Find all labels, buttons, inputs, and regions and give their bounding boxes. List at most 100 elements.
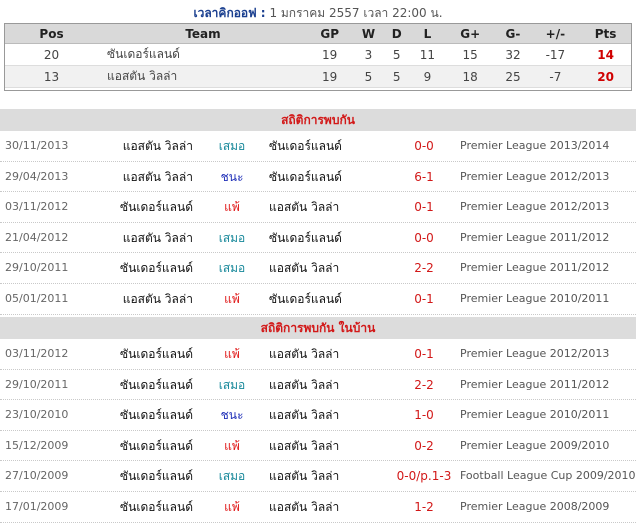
match-result: เสมอ	[218, 139, 246, 153]
match-result: แพ้	[224, 291, 240, 306]
match-competition: Premier League 2012/2013	[460, 169, 610, 183]
match-score: 1-2	[414, 499, 434, 514]
match-score: 0-1	[414, 200, 434, 215]
cell-team[interactable]: ซันเดอร์แลนด์	[99, 43, 307, 66]
home-h2h-match-list: 03/11/2012 ซันเดอร์แลนด์ แพ้ แอสตัน วิลล่า 0…	[0, 339, 636, 523]
match-competition: Premier League 2012/2013	[460, 347, 610, 360]
match-row[interactable]: 03/11/2012 ซันเดอร์แลนด์ แพ้ แอสตัน วิลล่า 0…	[0, 339, 636, 370]
match-row[interactable]: 03/11/2012 ซันเดอร์แลนด์ แพ้ แอสตัน วิลล่า 0…	[0, 192, 636, 223]
match-score: 6-1	[414, 169, 434, 184]
header-w: W	[352, 24, 385, 44]
cell-gp: 19	[307, 43, 353, 66]
cell-ga: 25	[494, 65, 532, 88]
match-result: ชนะ	[220, 169, 244, 184]
match-date: 03/11/2012	[5, 200, 69, 214]
match-away-team: ซันเดอร์แลนด์	[269, 230, 342, 245]
match-date: 21/04/2012	[5, 230, 69, 244]
match-result: แพ้	[224, 499, 240, 514]
match-away-team: แอสตัน วิลล่า	[269, 469, 340, 484]
match-result: แพ้	[224, 438, 240, 453]
match-home-team: แอสตัน วิลล่า	[122, 291, 193, 306]
match-away-team: ซันเดอร์แลนด์	[269, 169, 342, 184]
cell-gf: 18	[445, 65, 495, 88]
match-away-team: แอสตัน วิลล่า	[269, 438, 340, 453]
cell-gp: 19	[307, 65, 353, 88]
match-row[interactable]: 27/10/2009 ซันเดอร์แลนด์ เสมอ แอสตัน วิลล่า…	[0, 461, 636, 492]
header-gd: +/-	[531, 24, 580, 44]
match-row[interactable]: 05/01/2011 แอสตัน วิลล่า แพ้ ซันเดอร์แลนด์ 0…	[0, 284, 636, 315]
match-date: 30/11/2013	[5, 139, 69, 152]
home-h2h-section-title: สถิติการพบกัน ในบ้าน	[0, 317, 636, 339]
match-result: เสมอ	[218, 377, 246, 392]
kickoff-value: 1 มกราคม 2557 เวลา 22:00 น.	[269, 6, 443, 20]
header-pos: Pos	[4, 24, 99, 44]
match-home-team: ซันเดอร์แลนด์	[120, 438, 193, 453]
match-score: 0-0	[414, 230, 434, 245]
kickoff-label: เวลาคิกออฟ :	[193, 6, 266, 20]
match-row[interactable]: 30/11/2013 แอสตัน วิลล่า เสมอ ซันเดอร์แลนด์…	[0, 131, 636, 162]
match-row[interactable]: 29/10/2011 ซันเดอร์แลนด์ เสมอ แอสตัน วิลล่า…	[0, 253, 636, 284]
header-gp: GP	[307, 24, 353, 44]
standings-header-row: Pos Team GP W D L G+ G- +/- Pts	[4, 24, 632, 44]
match-date: 05/01/2011	[5, 291, 69, 305]
match-home-team: แอสตัน วิลล่า	[122, 230, 193, 245]
standings-row: 13 แอสตัน วิลล่า 19 5 5 9 18 25 -7 20	[4, 65, 632, 88]
cell-ga: 32	[494, 43, 532, 66]
match-result: ชนะ	[220, 408, 244, 423]
match-row[interactable]: 23/10/2010 ซันเดอร์แลนด์ ชนะ แอสตัน วิลล่า 1…	[0, 400, 636, 431]
match-home-team: ซันเดอร์แลนด์	[120, 469, 193, 484]
match-date: 23/10/2010	[5, 408, 69, 422]
match-competition: Premier League 2013/2014	[460, 139, 610, 152]
match-competition: Football League Cup 2009/2010	[460, 469, 636, 483]
match-away-team: แอสตัน วิลล่า	[269, 408, 340, 423]
cell-team[interactable]: แอสตัน วิลล่า	[99, 65, 307, 88]
match-home-team: ซันเดอร์แลนด์	[120, 347, 193, 361]
match-result: เสมอ	[218, 230, 246, 245]
cell-w: 3	[352, 43, 385, 66]
match-result: เสมอ	[218, 261, 246, 276]
match-score: 1-0	[414, 408, 434, 423]
match-competition: Premier League 2011/2012	[460, 377, 610, 391]
cell-gf: 15	[445, 43, 495, 66]
match-row[interactable]: 17/01/2009 ซันเดอร์แลนด์ แพ้ แอสตัน วิลล่า 1…	[0, 492, 636, 523]
match-date: 03/11/2012	[5, 347, 69, 360]
match-result: แพ้	[224, 200, 240, 215]
match-score: 2-2	[414, 261, 434, 276]
match-home-team: ซันเดอร์แลนด์	[120, 408, 193, 423]
match-score: 0-1	[414, 291, 434, 306]
header-ga: G-	[494, 24, 532, 44]
match-home-team: ซันเดอร์แลนด์	[120, 377, 193, 392]
match-away-team: แอสตัน วิลล่า	[269, 261, 340, 276]
match-competition: Premier League 2010/2011	[460, 408, 610, 422]
match-away-team: แอสตัน วิลล่า	[269, 200, 340, 215]
cell-pts: 20	[579, 65, 632, 88]
h2h-match-list: 30/11/2013 แอสตัน วิลล่า เสมอ ซันเดอร์แลนด์…	[0, 131, 636, 315]
match-competition: Premier League 2011/2012	[460, 230, 610, 244]
match-home-team: แอสตัน วิลล่า	[122, 139, 193, 153]
match-away-team: แอสตัน วิลล่า	[269, 377, 340, 392]
match-row[interactable]: 29/04/2013 แอสตัน วิลล่า ชนะ ซันเดอร์แลนด์ 6…	[0, 162, 636, 193]
cell-d: 5	[384, 43, 409, 66]
cell-gd: -17	[531, 43, 580, 66]
header-team: Team	[99, 24, 307, 44]
match-competition: Premier League 2011/2012	[460, 261, 610, 275]
header-d: D	[384, 24, 409, 44]
match-date: 29/10/2011	[5, 377, 69, 391]
standings-table: Pos Team GP W D L G+ G- +/- Pts 20 ซันเด…	[4, 24, 632, 88]
match-score: 0-2	[414, 438, 434, 453]
match-competition: Premier League 2012/2013	[460, 200, 610, 214]
cell-gd: -7	[531, 65, 580, 88]
cell-pts: 14	[579, 43, 632, 66]
match-away-team: ซันเดอร์แลนด์	[269, 291, 342, 306]
match-date: 29/10/2011	[5, 261, 69, 275]
match-away-team: แอสตัน วิลล่า	[269, 347, 340, 361]
match-home-team: ซันเดอร์แลนด์	[120, 499, 193, 514]
match-row[interactable]: 15/12/2009 ซันเดอร์แลนด์ แพ้ แอสตัน วิลล่า 0…	[0, 431, 636, 462]
h2h-section-title: สถิติการพบกัน	[0, 109, 636, 131]
match-date: 27/10/2009	[5, 469, 69, 483]
kickoff-info: เวลาคิกออฟ : 1 มกราคม 2557 เวลา 22:00 น.	[0, 5, 636, 21]
cell-w: 5	[352, 65, 385, 88]
match-away-team: แอสตัน วิลล่า	[269, 499, 340, 514]
match-row[interactable]: 29/10/2011 ซันเดอร์แลนด์ เสมอ แอสตัน วิลล่า…	[0, 370, 636, 401]
match-row[interactable]: 21/04/2012 แอสตัน วิลล่า เสมอ ซันเดอร์แลนด์…	[0, 223, 636, 254]
